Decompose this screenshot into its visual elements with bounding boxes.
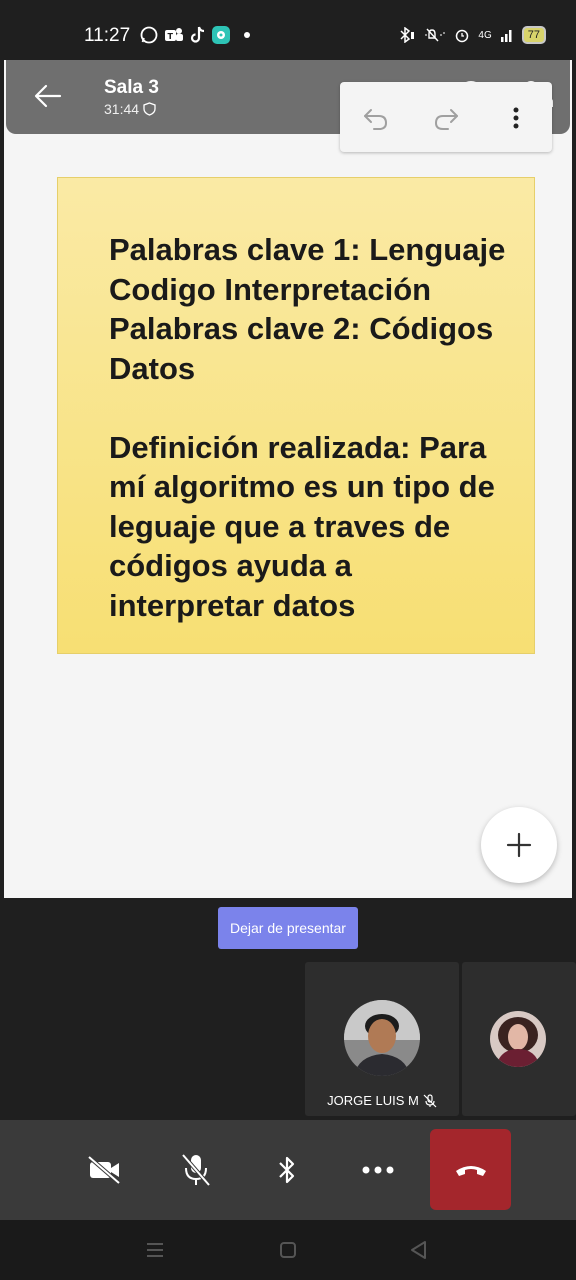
camera-off-icon: [87, 1155, 121, 1185]
battery-level: 77: [527, 29, 540, 41]
home-icon: [280, 1242, 296, 1258]
avatar: [344, 1000, 420, 1076]
note-paragraph-2: Definición realizada: Para mí algoritmo …: [109, 429, 495, 623]
home-button[interactable]: [276, 1238, 300, 1262]
bluetooth-icon: [400, 27, 415, 43]
svg-text:T: T: [168, 32, 174, 41]
mic-off-icon: [181, 1153, 211, 1187]
participant-name: JORGE LUIS M: [327, 1093, 419, 1108]
mic-toggle-button[interactable]: [170, 1144, 222, 1196]
recents-button[interactable]: [143, 1238, 167, 1262]
signal-icon: [500, 30, 512, 42]
more-horizontal-icon: [362, 1166, 394, 1174]
status-time: 11:27: [84, 25, 131, 46]
notification-icons: T: [140, 26, 250, 44]
mute-icon: [425, 28, 446, 42]
undo-button[interactable]: [360, 102, 392, 134]
tiktok-icon: [190, 26, 205, 43]
teams-icon: T: [165, 28, 183, 41]
back-triangle-icon: [411, 1241, 426, 1259]
camera-toggle-button[interactable]: [79, 1144, 131, 1196]
more-actions-button[interactable]: [352, 1144, 404, 1196]
hang-up-button[interactable]: [430, 1129, 511, 1210]
network-type: 4G: [478, 29, 492, 41]
redo-button[interactable]: [430, 102, 462, 134]
system-icons: 4G 77: [398, 26, 546, 44]
add-button[interactable]: [481, 807, 557, 883]
sticky-note[interactable]: Palabras clave 1: Lenguaje Codigo Interp…: [57, 177, 535, 654]
stop-presenting-button[interactable]: Dejar de presentar: [218, 907, 358, 949]
redo-icon: [434, 109, 458, 130]
bluetooth-audio-icon: [279, 1156, 295, 1184]
hang-up-icon: [455, 1165, 486, 1176]
back-arrow-icon: [34, 84, 62, 108]
back-button[interactable]: [30, 78, 66, 114]
duration-text: 31:44: [104, 101, 140, 117]
menu-icon: [147, 1243, 163, 1257]
back-nav-button[interactable]: [407, 1238, 431, 1262]
status-bar: 11:27 T 4G 77: [0, 0, 576, 60]
whiteboard-toolbar: [340, 82, 552, 152]
shield-icon: [143, 102, 156, 116]
participant-tile[interactable]: [462, 962, 576, 1116]
plus-icon: [506, 832, 532, 858]
meeting-title: Sala 3: [104, 77, 159, 98]
undo-icon: [364, 109, 388, 130]
call-controls: [0, 1120, 576, 1220]
participant-name-row: JORGE LUIS M: [305, 1093, 459, 1108]
alarm-icon: [456, 29, 469, 43]
system-navigation-bar: [0, 1220, 576, 1280]
battery-icon: 77: [521, 26, 546, 44]
note-paragraph-1: Palabras clave 1: Lenguaje Codigo Interp…: [109, 232, 506, 386]
participant-tile[interactable]: JORGE LUIS M: [305, 962, 459, 1116]
avatar: [490, 1011, 546, 1067]
sticky-note-text: Palabras clave 1: Lenguaje Codigo Interp…: [109, 230, 509, 625]
audio-device-button[interactable]: [261, 1144, 313, 1196]
meeting-duration: 31:44: [104, 101, 156, 117]
whatsapp-icon: [140, 26, 158, 44]
more-options-button[interactable]: [506, 102, 526, 134]
more-vertical-icon: [513, 107, 519, 129]
chat-app-icon: [212, 26, 230, 44]
muted-mic-icon: [423, 1093, 437, 1107]
more-notifications-dot: [244, 32, 250, 38]
